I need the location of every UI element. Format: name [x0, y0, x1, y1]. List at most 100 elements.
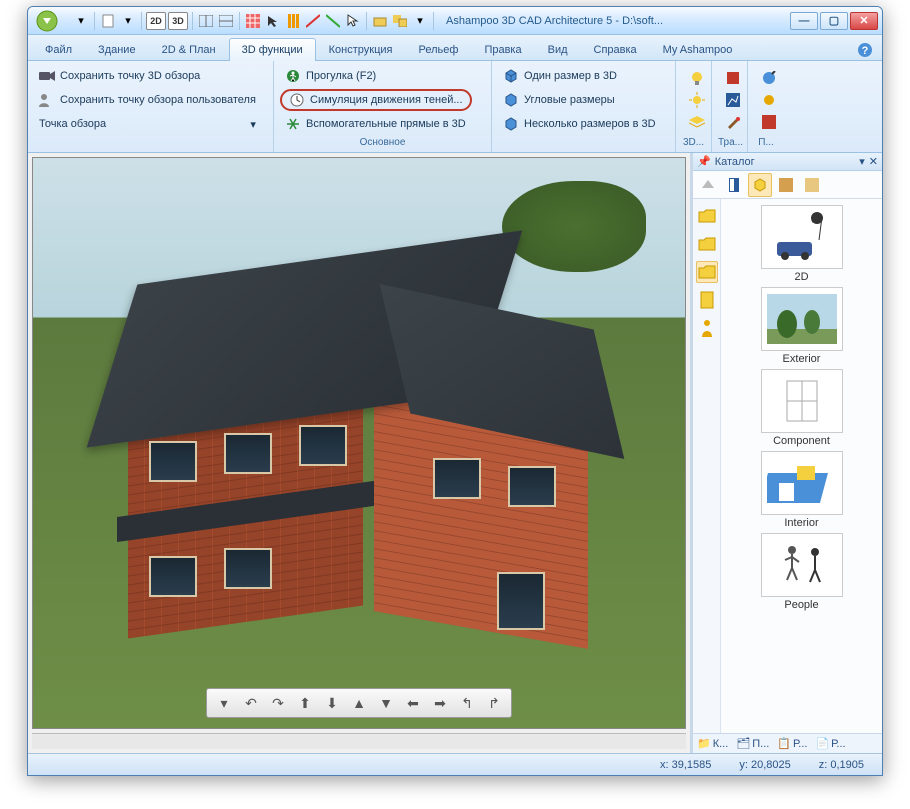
- group-label: [498, 135, 669, 150]
- square-icon[interactable]: [724, 69, 742, 87]
- qat-rulers-icon[interactable]: [284, 12, 302, 30]
- chevron-down-icon[interactable]: ▾: [859, 155, 865, 168]
- app-window: ▾ ▾ 2D 3D ▾ Ashampoo 3D CAD Architecture…: [27, 6, 883, 776]
- qat-grid-icon[interactable]: [244, 12, 262, 30]
- cat-folder1-icon[interactable]: [696, 205, 718, 227]
- horizontal-scrollbar[interactable]: [32, 733, 686, 749]
- multiple-dimensions-3d-button[interactable]: Несколько размеров в 3D: [498, 113, 661, 135]
- qat-select-icon[interactable]: [344, 12, 362, 30]
- nav-tilt-left-icon[interactable]: ↰: [456, 692, 478, 714]
- group-label: [34, 135, 267, 150]
- catalog-item-exterior[interactable]: Exterior: [757, 287, 847, 365]
- gear-icon[interactable]: [760, 91, 778, 109]
- cat-folder3-icon[interactable]: [696, 261, 718, 283]
- tab-my-ashampoo[interactable]: My Ashampoo: [650, 38, 746, 61]
- tab-2d-plan[interactable]: 2D & План: [149, 38, 229, 61]
- cat-tab-4[interactable]: 📄Р...: [813, 737, 847, 750]
- close-panel-icon[interactable]: ✕: [869, 155, 878, 168]
- 3d-viewport[interactable]: ▾ ↶ ↷ ⬆ ⬇ ▲ ▼ ⬅ ➡ ↰ ↱: [32, 157, 686, 729]
- nav-left-icon[interactable]: ⬅: [402, 692, 424, 714]
- cat-person-icon[interactable]: [696, 317, 718, 339]
- tab-construction[interactable]: Конструкция: [316, 38, 406, 61]
- cat-texture-icon[interactable]: [800, 173, 824, 197]
- brush-icon[interactable]: [724, 113, 742, 131]
- shadow-simulation-button[interactable]: Симуляция движения теней...: [280, 89, 472, 111]
- qat-layout1-icon[interactable]: [197, 12, 215, 30]
- catalog-item-people[interactable]: People: [757, 533, 847, 611]
- qat-snap1-icon[interactable]: [304, 12, 322, 30]
- ribbon-group-transform: Тра...: [712, 61, 748, 152]
- catalog-item-2d[interactable]: 2D: [757, 205, 847, 283]
- catalog-side-nav: [693, 199, 721, 733]
- single-dimension-3d-button[interactable]: Один размер в 3D: [498, 65, 661, 87]
- cat-tab-3[interactable]: 📋Р...: [775, 737, 809, 750]
- cat-folder2-icon[interactable]: [696, 233, 718, 255]
- tab-edit[interactable]: Правка: [471, 38, 534, 61]
- save-user-viewpoint-button[interactable]: Сохранить точку обзора пользователя: [34, 89, 261, 111]
- qat-group-icon[interactable]: [391, 12, 409, 30]
- qat-dropdown-icon[interactable]: ▾: [72, 12, 90, 30]
- qat-cursor-icon[interactable]: [264, 12, 282, 30]
- app-menu-button[interactable]: [34, 9, 64, 33]
- qat-2d-icon[interactable]: 2D: [146, 12, 166, 30]
- qat-snap2-icon[interactable]: [324, 12, 342, 30]
- maximize-button[interactable]: ▢: [820, 12, 848, 30]
- item-label: People: [784, 599, 818, 611]
- qat-3d-icon[interactable]: 3D: [168, 12, 188, 30]
- tab-relief[interactable]: Рельеф: [406, 38, 472, 61]
- cat-up-icon[interactable]: [696, 173, 720, 197]
- nav-up-icon[interactable]: ⬆: [294, 692, 316, 714]
- walk-button[interactable]: Прогулка (F2): [280, 65, 472, 87]
- nav-right-icon[interactable]: ➡: [429, 692, 451, 714]
- catalog-items[interactable]: 2D Exterior Component Interior: [721, 199, 882, 733]
- cat-material-icon[interactable]: [774, 173, 798, 197]
- house-model: [85, 261, 620, 671]
- content-area: ▾ ↶ ↷ ⬆ ⬇ ▲ ▼ ⬅ ➡ ↰ ↱ 📌 Каталог: [28, 153, 882, 753]
- fill-icon[interactable]: [760, 113, 778, 131]
- pin-icon[interactable]: 📌: [697, 155, 711, 168]
- nav-rotate-left-icon[interactable]: ↶: [240, 692, 262, 714]
- separator: [239, 12, 240, 30]
- catalog-item-component[interactable]: Component: [757, 369, 847, 447]
- tab-view[interactable]: Вид: [535, 38, 581, 61]
- button-label: Прогулка (F2): [306, 70, 376, 82]
- nav-rotate-right-icon[interactable]: ↷: [267, 692, 289, 714]
- save-3d-viewpoint-button[interactable]: Сохранить точку 3D обзора: [34, 65, 261, 87]
- helper-lines-3d-button[interactable]: Вспомогательные прямые в 3D: [280, 113, 472, 135]
- catalog-item-interior[interactable]: Interior: [757, 451, 847, 529]
- nav-dropdown-icon[interactable]: ▾: [213, 692, 235, 714]
- clock-icon: [289, 92, 305, 108]
- sun-icon[interactable]: [688, 91, 706, 109]
- cat-tab-2[interactable]: 🗂П...: [734, 737, 771, 750]
- qat-dropdown2-icon[interactable]: ▾: [119, 12, 137, 30]
- layers-icon[interactable]: [688, 113, 706, 131]
- cube-angle-icon: [503, 92, 519, 108]
- paint-icon[interactable]: [760, 69, 778, 87]
- nav-zoom-in-icon[interactable]: ▲: [348, 692, 370, 714]
- bulb-icon[interactable]: [688, 69, 706, 87]
- qat-shape-icon[interactable]: [371, 12, 389, 30]
- catalog-header: 📌 Каталог ▾ ✕: [693, 153, 882, 171]
- tab-help[interactable]: Справка: [581, 38, 650, 61]
- tab-building[interactable]: Здание: [85, 38, 149, 61]
- qat-doc-icon[interactable]: [99, 12, 117, 30]
- help-icon[interactable]: ?: [848, 38, 882, 61]
- tab-file[interactable]: Файл: [32, 38, 85, 61]
- cat-book-icon[interactable]: [696, 289, 718, 311]
- graph-icon[interactable]: [724, 91, 742, 109]
- qat-ungroup-icon[interactable]: ▾: [411, 12, 429, 30]
- cat-tab-1[interactable]: 📁К...: [695, 737, 730, 750]
- nav-zoom-out-icon[interactable]: ▼: [375, 692, 397, 714]
- titlebar: ▾ ▾ 2D 3D ▾ Ashampoo 3D CAD Architecture…: [28, 7, 882, 35]
- camera-icon: [39, 68, 55, 84]
- viewpoint-dropdown[interactable]: Точка обзора ▾: [34, 113, 261, 135]
- cat-door-icon[interactable]: [722, 173, 746, 197]
- cat-3d-icon[interactable]: [748, 173, 772, 197]
- minimize-button[interactable]: —: [790, 12, 818, 30]
- nav-tilt-right-icon[interactable]: ↱: [483, 692, 505, 714]
- tab-3d-functions[interactable]: 3D функции: [229, 38, 316, 61]
- qat-layout2-icon[interactable]: [217, 12, 235, 30]
- close-button[interactable]: ✕: [850, 12, 878, 30]
- angular-dimensions-button[interactable]: Угловые размеры: [498, 89, 661, 111]
- nav-down-icon[interactable]: ⬇: [321, 692, 343, 714]
